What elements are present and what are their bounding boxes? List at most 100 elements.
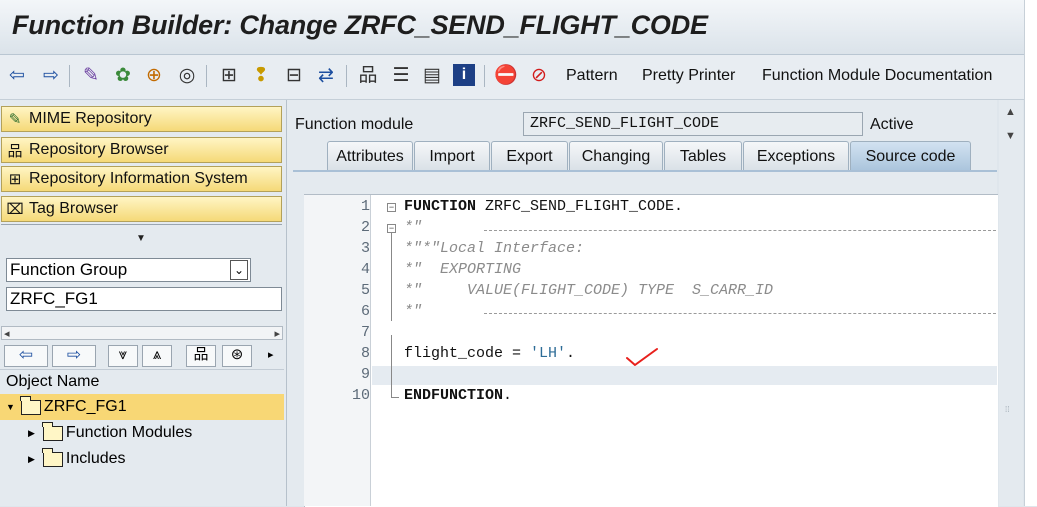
- tab-import[interactable]: Import: [414, 141, 490, 171]
- other-object-icon[interactable]: ❢: [250, 64, 272, 86]
- collapse-all-icon[interactable]: ⩔: [108, 345, 138, 367]
- tree-node-includes[interactable]: ▶ Includes: [0, 446, 284, 472]
- checkmark-annotation-icon: [626, 348, 658, 366]
- scroll-right-icon[interactable]: ▸: [274, 327, 280, 340]
- code-line-2: *": [404, 219, 423, 236]
- fold-guide: [391, 397, 399, 398]
- toolbar-separator: [206, 65, 207, 87]
- comment-separator-line: [484, 230, 996, 231]
- fold-guide: [391, 335, 392, 397]
- status-label: Active: [870, 116, 914, 133]
- display-change-icon[interactable]: ✎: [80, 64, 102, 86]
- current-line-highlight: [372, 366, 997, 385]
- check-icon[interactable]: ✿: [112, 64, 134, 86]
- object-list-icon[interactable]: ⊞: [218, 64, 240, 86]
- line-number: 4: [360, 261, 370, 278]
- nav-mime-repository[interactable]: ✎ MIME Repository: [1, 106, 282, 132]
- settings-icon[interactable]: ⊛: [222, 345, 252, 367]
- nav-label: MIME Repository: [29, 110, 152, 127]
- chevron-down-icon[interactable]: ⌄: [230, 260, 248, 280]
- line-number: 9: [360, 366, 370, 383]
- nav-tag-browser[interactable]: ⌧ Tag Browser: [1, 196, 282, 222]
- code-text: .: [566, 345, 576, 362]
- display-object-list-icon[interactable]: 品: [357, 64, 379, 86]
- hierarchy-icon[interactable]: 品: [186, 345, 216, 367]
- tab-underline: [293, 170, 997, 172]
- next-object-icon[interactable]: ⇨: [52, 345, 96, 367]
- line-number: 3: [360, 240, 370, 257]
- forward-arrow-icon[interactable]: ⇨: [40, 64, 62, 86]
- layout-icon[interactable]: ▤: [421, 64, 443, 86]
- function-module-field: ZRFC_SEND_FLIGHT_CODE: [523, 112, 863, 136]
- back-arrow-icon[interactable]: ⇦: [6, 64, 28, 86]
- code-line-1: FUNCTION ZRFC_SEND_FLIGHT_CODE.: [404, 198, 683, 215]
- expand-all-icon[interactable]: ⩓: [142, 345, 172, 367]
- tab-source-code[interactable]: Source code: [850, 141, 971, 171]
- tree-toolbar: ⇦ ⇨ ⩔ ⩓ 品 ⊛ ▸: [0, 342, 284, 368]
- horizontal-scrollbar[interactable]: ◂ ▸: [1, 326, 283, 340]
- fold-toggle-icon[interactable]: −: [387, 224, 396, 233]
- code-text: ZRFC_SEND_FLIGHT_CODE.: [476, 198, 684, 215]
- expanded-arrow-icon[interactable]: ▼: [6, 402, 15, 412]
- tree-node-label: ZRFC_FG1: [43, 398, 127, 415]
- object-type-value: Function Group: [10, 260, 128, 279]
- line-number: 6: [360, 303, 370, 320]
- nav-repository-information-system[interactable]: ⊞ Repository Information System: [1, 166, 282, 192]
- application-toolbar: ⇦ ⇨ ✎ ✿ ⊕ ◎ ⊞ ❢ ⊟ ⇄ 品 ☰ ▤ i ⛔ ⊘ Pattern …: [0, 55, 1024, 100]
- toolbar-separator: [346, 65, 347, 87]
- toolbar-separator: [484, 65, 485, 87]
- where-used-icon[interactable]: ◎: [176, 64, 198, 86]
- line-number: 7: [360, 324, 370, 341]
- folder-icon: [42, 421, 63, 441]
- tab-exceptions[interactable]: Exceptions: [743, 141, 849, 171]
- scroll-left-icon[interactable]: ◂: [4, 327, 10, 340]
- function-module-label: Function module: [295, 116, 414, 133]
- keyword: FUNCTION: [404, 198, 477, 215]
- scroll-down-icon[interactable]: ▼: [1005, 130, 1016, 142]
- object-name-value: ZRFC_FG1: [10, 289, 98, 308]
- nav-divider: [1, 224, 282, 228]
- window-icon[interactable]: ☰: [390, 64, 412, 86]
- activate-icon[interactable]: ⊕: [143, 64, 165, 86]
- hierarchy-icon[interactable]: ⊟: [283, 64, 305, 86]
- window-title: Function Builder: Change ZRFC_SEND_FLIGH…: [12, 10, 708, 40]
- resize-grip-icon[interactable]: ⁞⁞: [1005, 405, 1009, 414]
- info-icon[interactable]: i: [453, 64, 475, 86]
- object-type-select[interactable]: Function Group ⌄: [6, 258, 251, 282]
- pattern-button[interactable]: Pattern: [566, 67, 618, 85]
- line-number: 5: [360, 282, 370, 299]
- repository-browser-icon: 品: [7, 142, 23, 160]
- tab-export[interactable]: Export: [491, 141, 568, 171]
- line-number: 8: [360, 345, 370, 362]
- tab-changing[interactable]: Changing: [569, 141, 663, 171]
- navigation-icon[interactable]: ⇄: [315, 64, 337, 86]
- collapsed-arrow-icon[interactable]: ▶: [28, 454, 35, 465]
- object-name-input[interactable]: ZRFC_FG1: [6, 287, 282, 311]
- tab-tables[interactable]: Tables: [664, 141, 742, 171]
- scroll-up-icon[interactable]: ▲: [1005, 106, 1016, 118]
- code-line-5: *" VALUE(FLIGHT_CODE) TYPE S_CARR_ID: [404, 282, 774, 299]
- tree-node-zrfc-fg1[interactable]: ▼ ZRFC_FG1: [0, 394, 284, 420]
- tab-attributes[interactable]: Attributes: [327, 141, 413, 171]
- tree-node-function-modules[interactable]: ▶ Function Modules: [0, 420, 284, 446]
- collapse-arrow-icon[interactable]: ▼: [136, 233, 146, 244]
- folder-icon: [42, 447, 63, 467]
- tree-column-header: Object Name: [0, 369, 284, 393]
- code-line-3: *"*"Local Interface:: [404, 240, 585, 257]
- more-icon[interactable]: ▸: [268, 348, 274, 361]
- keyword: ENDFUNCTION: [404, 387, 504, 404]
- title-bar: Function Builder: Change ZRFC_SEND_FLIGH…: [0, 0, 1024, 55]
- set-breakpoint-icon[interactable]: ⛔: [494, 64, 518, 86]
- code-text: flight_code =: [404, 345, 531, 362]
- vertical-scrollbar[interactable]: ▲ ▼ ⁞⁞: [999, 100, 1023, 506]
- string-literal: 'LH': [530, 345, 567, 362]
- delete-breakpoint-icon[interactable]: ⊘: [528, 64, 550, 86]
- mime-icon: ✎: [8, 111, 22, 128]
- fold-toggle-icon[interactable]: −: [387, 203, 396, 212]
- previous-object-icon[interactable]: ⇦: [4, 345, 48, 367]
- code-text: .: [503, 387, 513, 404]
- function-module-documentation-button[interactable]: Function Module Documentation: [762, 67, 992, 85]
- nav-repository-browser[interactable]: 品 Repository Browser: [1, 137, 282, 163]
- pretty-printer-button[interactable]: Pretty Printer: [642, 67, 735, 85]
- collapsed-arrow-icon[interactable]: ▶: [28, 428, 35, 439]
